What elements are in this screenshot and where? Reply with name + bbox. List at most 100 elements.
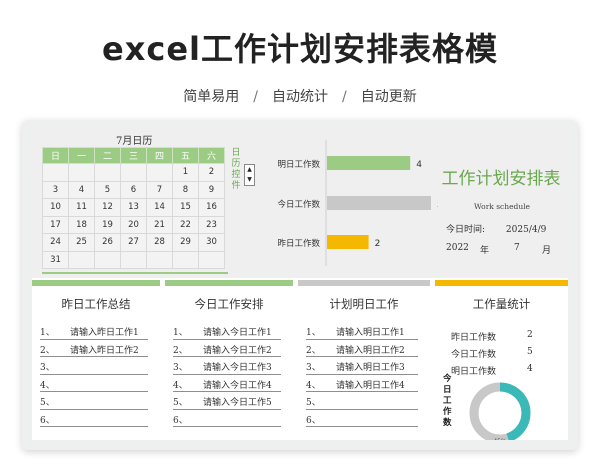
- calendar-day-cell[interactable]: [198, 250, 225, 269]
- task-list-item[interactable]: 5、 请输入今日工作5: [165, 392, 293, 410]
- task-text[interactable]: 请输入今日工作1: [203, 325, 272, 338]
- task-number: 5、: [40, 398, 55, 408]
- feature-auto-update: 自动更新: [360, 89, 417, 105]
- task-list-item[interactable]: 6、: [32, 410, 160, 427]
- stat-value: 4: [527, 364, 533, 374]
- task-text[interactable]: 请输入明日工作1: [336, 325, 405, 338]
- task-text[interactable]: 请输入今日工作3: [203, 360, 272, 373]
- calendar-control-char: 控: [231, 170, 241, 180]
- month-value[interactable]: 7: [514, 243, 520, 253]
- calendar-day-cell[interactable]: 9: [198, 180, 225, 199]
- calendar-day-cell[interactable]: 13: [120, 198, 147, 217]
- task-number: 2、: [40, 345, 55, 356]
- task-number: 3、: [40, 363, 55, 373]
- calendar-day-cell[interactable]: 22: [172, 215, 199, 234]
- page-title: excel工作计划安排表格模: [102, 30, 498, 68]
- calendar-day-cell[interactable]: 3: [42, 180, 69, 199]
- calendar-day-cell[interactable]: 20: [120, 215, 147, 234]
- calendar-week-row: 31: [42, 250, 225, 269]
- calendar-day-cell[interactable]: 11: [68, 198, 95, 217]
- calendar-day-cell[interactable]: 12: [94, 198, 121, 217]
- task-list-item[interactable]: 6、: [298, 410, 430, 427]
- calendar-day-cell[interactable]: 27: [120, 233, 147, 252]
- task-list-item[interactable]: 5、: [32, 392, 160, 410]
- calendar-day-cell[interactable]: 24: [42, 233, 69, 252]
- task-text[interactable]: 请输入今日工作4: [203, 378, 272, 391]
- calendar-day-cell[interactable]: 18: [68, 215, 95, 234]
- task-list-item[interactable]: 5、: [298, 392, 430, 410]
- calendar-day-cell[interactable]: 17: [42, 215, 69, 234]
- calendar-control-char: 历: [231, 159, 241, 169]
- calendar-day-cell[interactable]: 16: [198, 198, 225, 217]
- calendar-day-cell[interactable]: [94, 250, 121, 269]
- year-value[interactable]: 2022: [446, 243, 469, 253]
- calendar-day-cell[interactable]: 23: [198, 215, 225, 234]
- feature-subtitle: 简单易用 / 自动统计 / 自动更新: [0, 86, 600, 106]
- task-list-item[interactable]: 1、 请输入明日工作1: [298, 322, 430, 340]
- task-list-item[interactable]: 4、: [32, 375, 160, 392]
- calendar-day-cell[interactable]: 10: [42, 198, 69, 217]
- task-text[interactable]: 请输入明日工作2: [336, 343, 405, 356]
- calendar-day-cell[interactable]: 31: [42, 250, 69, 269]
- calendar-day-cell[interactable]: 28: [146, 233, 173, 252]
- calendar-day-cell[interactable]: 30: [198, 233, 225, 252]
- task-number: 6、: [306, 415, 321, 426]
- calendar-day-cell[interactable]: [94, 163, 121, 182]
- calendar-day-cell[interactable]: 14: [146, 198, 173, 217]
- calendar-day-cell[interactable]: 5: [94, 180, 121, 199]
- calendar-day-cell[interactable]: 15: [172, 198, 199, 217]
- calendar-day-cell[interactable]: 26: [94, 233, 121, 252]
- calendar-day-cell[interactable]: [146, 250, 173, 269]
- task-list-item[interactable]: 2、 请输入今日工作2: [165, 340, 293, 357]
- calendar-day-cell[interactable]: 7: [146, 180, 173, 199]
- task-list-item[interactable]: 1、 请输入今日工作1: [165, 322, 293, 340]
- task-text[interactable]: 请输入昨日工作1: [70, 325, 139, 338]
- task-underline: [173, 426, 281, 427]
- task-list-item[interactable]: 2、 请输入明日工作2: [298, 340, 430, 357]
- calendar-day-cell[interactable]: [68, 163, 95, 182]
- card-title: 今日工作安排: [194, 297, 264, 311]
- task-number: 1、: [306, 328, 321, 338]
- calendar-day-cell[interactable]: [172, 250, 199, 269]
- calendar-day-cell[interactable]: [42, 163, 69, 182]
- calendar-day-cell[interactable]: [120, 163, 147, 182]
- spin-up-icon[interactable]: ▲: [245, 165, 254, 175]
- calendar-day-cell[interactable]: [120, 250, 147, 269]
- today-date-row: 今日时间: 2025/4/9: [446, 222, 546, 235]
- calendar-day-cell[interactable]: [68, 250, 95, 269]
- calendar-week-row: 3456789: [42, 180, 225, 199]
- task-list-item[interactable]: 2、 请输入昨日工作2: [32, 340, 160, 357]
- task-text[interactable]: 请输入明日工作4: [336, 378, 405, 391]
- today-value[interactable]: 2025/4/9: [506, 225, 546, 235]
- calendar-day-cell[interactable]: 25: [68, 233, 95, 252]
- task-list-item[interactable]: 3、 请输入明日工作3: [298, 357, 430, 375]
- task-list-item[interactable]: 4、 请输入明日工作4: [298, 375, 430, 392]
- task-list-item[interactable]: 3、 请输入今日工作3: [165, 357, 293, 375]
- task-list-item[interactable]: 6、: [165, 410, 293, 427]
- calendar-day-cell[interactable]: 6: [120, 180, 147, 199]
- task-number: 2、: [173, 345, 188, 356]
- calendar-day-cell[interactable]: 2: [198, 163, 225, 182]
- card-title: 工作量统计: [472, 297, 531, 311]
- calendar-day-cell[interactable]: 4: [68, 180, 95, 199]
- month-unit: 月: [542, 246, 552, 256]
- task-text[interactable]: 请输入昨日工作2: [70, 343, 139, 356]
- chart-data-label: 2: [375, 239, 381, 249]
- spreadsheet-sheet: 7月日历 日一二三四五六 1 2 3 4 5 6 7 8 9 10 11 12 13 14 15 16 17 18…: [32, 130, 568, 440]
- calendar-weekday: 三: [120, 147, 147, 164]
- calendar-day-cell[interactable]: 29: [172, 233, 199, 252]
- calendar-day-cell[interactable]: 19: [94, 215, 121, 234]
- task-text[interactable]: 请输入今日工作2: [203, 343, 272, 356]
- spin-down-icon[interactable]: ▼: [245, 175, 254, 185]
- task-list-item[interactable]: 1、 请输入昨日工作1: [32, 322, 160, 340]
- calendar-day-cell[interactable]: 21: [146, 215, 173, 234]
- task-list-item[interactable]: 3、: [32, 357, 160, 375]
- task-text[interactable]: 请输入明日工作3: [336, 360, 405, 373]
- calendar-day-cell[interactable]: 8: [172, 180, 199, 199]
- task-number: 5、: [173, 398, 188, 408]
- task-text[interactable]: 请输入今日工作5: [203, 395, 272, 408]
- task-list-item[interactable]: 4、 请输入今日工作4: [165, 375, 293, 392]
- calendar-day-cell[interactable]: [146, 163, 173, 182]
- card-list: 1、 请输入今日工作1 2、 请输入今日工作2 3、 请输入今日工作3 4、 请输入今日工作4…: [165, 322, 293, 427]
- calendar-day-cell[interactable]: 1: [172, 163, 199, 182]
